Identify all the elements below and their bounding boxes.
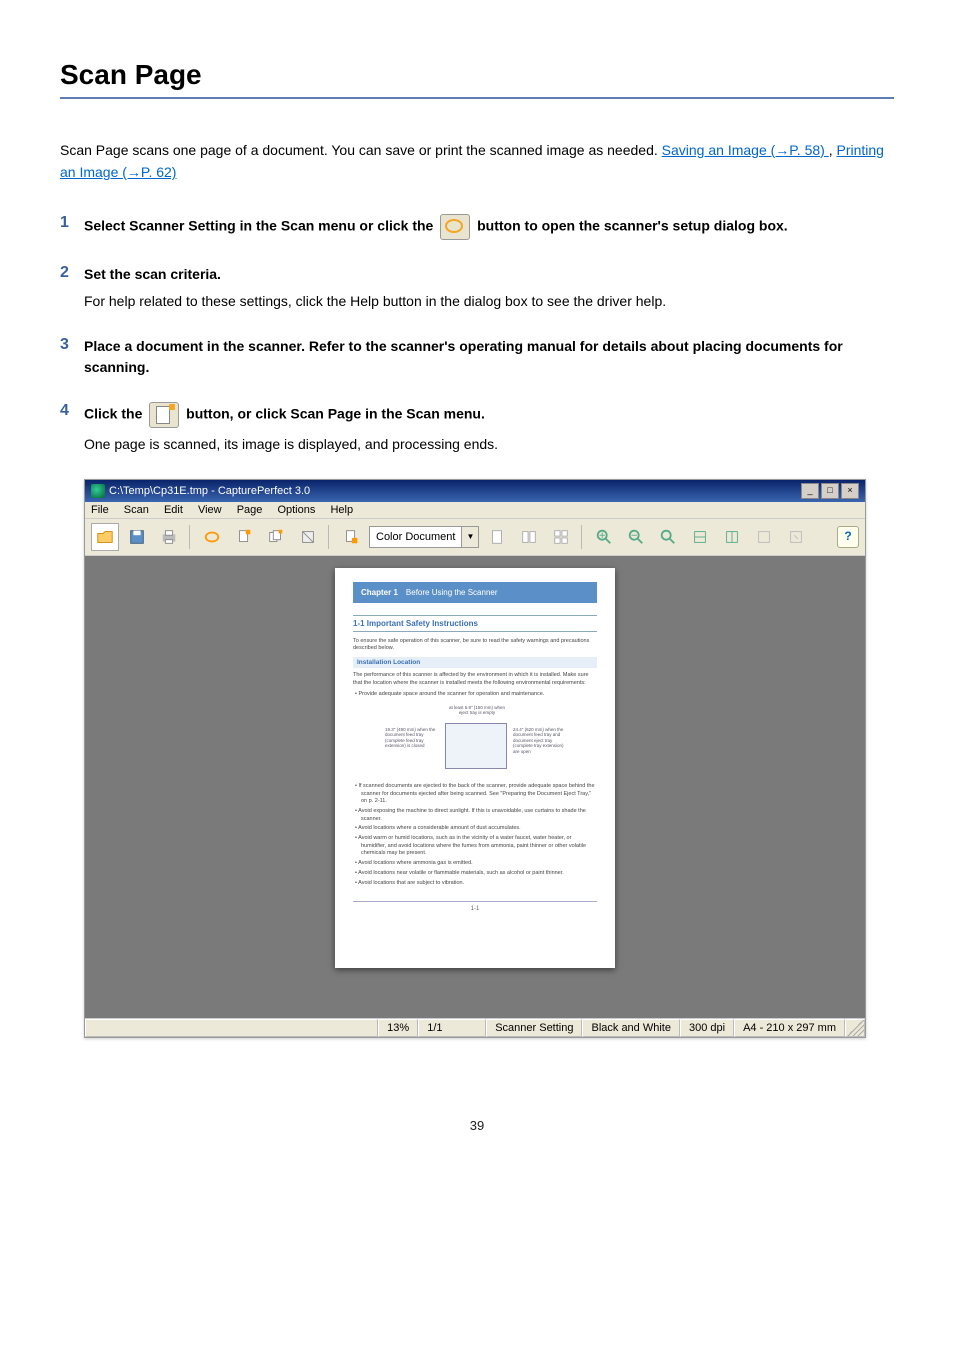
step-number: 3 xyxy=(60,336,84,354)
page-number: 39 xyxy=(60,1118,894,1133)
toolbar: Color Document ▼ xyxy=(85,519,865,556)
toolbar-separator xyxy=(328,525,331,549)
diagram-label-left: 19.3" (490 mm) when the document feed tr… xyxy=(385,727,437,749)
step-1-text-b: button to open the scanner's setup dialo… xyxy=(477,217,788,233)
menu-help[interactable]: Help xyxy=(330,504,353,516)
fit-actual-icon[interactable] xyxy=(750,523,778,551)
step-1: 1 Select Scanner Setting in the Scan men… xyxy=(60,214,894,240)
diagram-label-right: 24.4" (620 mm) when the document feed tr… xyxy=(513,727,565,754)
doc-bullet: • Provide adequate space around the scan… xyxy=(353,691,597,699)
title-rule xyxy=(60,97,894,99)
intro-text: Scan Page scans one page of a document. … xyxy=(60,142,662,158)
scan-batch-icon[interactable] xyxy=(262,523,290,551)
status-color-mode: Black and White xyxy=(582,1019,679,1037)
grid2-icon[interactable] xyxy=(515,523,543,551)
open-icon[interactable] xyxy=(91,523,119,551)
rotate-icon[interactable] xyxy=(782,523,810,551)
doc-bullet: • If scanned documents are ejected to th… xyxy=(353,783,597,806)
diagram-label-top: at least 5.9" (150 mm) when eject tray i… xyxy=(447,705,507,716)
menu-scan[interactable]: Scan xyxy=(124,504,149,516)
minimize-button[interactable]: _ xyxy=(801,483,819,499)
chevron-down-icon: ▼ xyxy=(461,527,478,547)
doc-paragraph: To ensure the safe operation of this sca… xyxy=(353,638,597,653)
resize-grip[interactable] xyxy=(845,1019,865,1037)
scan-setting-icon[interactable] xyxy=(198,523,226,551)
grid4-icon[interactable] xyxy=(547,523,575,551)
doc-bullet: • Avoid locations where ammonia gas is e… xyxy=(353,860,597,868)
scanner-setting-icon xyxy=(440,214,470,240)
status-page: 1/1 xyxy=(418,1019,486,1037)
status-empty xyxy=(85,1019,378,1037)
titlebar: C:\Temp\Cp31E.tmp - CapturePerfect 3.0 _… xyxy=(85,480,865,502)
step-3: 3 Place a document in the scanner. Refer… xyxy=(60,336,894,378)
step-number: 1 xyxy=(60,214,84,232)
doc-chapter-title: Before Using the Scanner xyxy=(406,588,498,597)
statusbar: 13% 1/1 Scanner Setting Black and White … xyxy=(85,1018,865,1037)
menu-options[interactable]: Options xyxy=(277,504,315,516)
doc-bullet: • Avoid warm or humid locations, such as… xyxy=(353,835,597,858)
doc-chapter-label: Chapter 1 xyxy=(361,588,398,597)
window-title: C:\Temp\Cp31E.tmp - CapturePerfect 3.0 xyxy=(109,485,310,497)
doc-subheading: Installation Location xyxy=(353,657,597,668)
zoom-out-icon[interactable] xyxy=(622,523,650,551)
status-scanner-setting: Scanner Setting xyxy=(486,1019,582,1037)
zoom-in-icon[interactable] xyxy=(590,523,618,551)
step-4-text-a: Click the xyxy=(84,405,146,421)
intro-paragraph: Scan Page scans one page of a document. … xyxy=(60,139,894,184)
fit-width-icon[interactable] xyxy=(686,523,714,551)
status-paper-size: A4 - 210 x 297 mm xyxy=(734,1019,845,1037)
save-icon[interactable] xyxy=(123,523,151,551)
help-button[interactable]: ? xyxy=(837,526,859,548)
app-screenshot: C:\Temp\Cp31E.tmp - CapturePerfect 3.0 _… xyxy=(84,479,866,1038)
toolbar-separator xyxy=(189,525,192,549)
doc-paragraph: The performance of this scanner is affec… xyxy=(353,672,597,687)
intro-sep: , xyxy=(829,142,837,158)
doc-bullet: • Avoid exposing the machine to direct s… xyxy=(353,808,597,823)
page-title: Scan Page xyxy=(60,59,894,91)
step-4-body: One page is scanned, its image is displa… xyxy=(84,434,894,455)
step-2-body: For help related to these settings, clic… xyxy=(84,291,894,312)
doc-diagram: at least 5.9" (150 mm) when eject tray i… xyxy=(385,705,565,777)
dropdown-value: Color Document xyxy=(370,531,461,543)
link-saving-image[interactable]: Saving an Image (→P. 58) xyxy=(662,142,829,158)
step-1-text-a: Select Scanner Setting in the Scan menu … xyxy=(84,217,437,233)
scanned-document: Chapter 1 Before Using the Scanner 1-1 I… xyxy=(335,568,615,968)
preview-area: Chapter 1 Before Using the Scanner 1-1 I… xyxy=(85,556,865,1018)
step-2: 2 Set the scan criteria. For help relate… xyxy=(60,264,894,312)
doc-bullet: • Avoid locations near volatile or flamm… xyxy=(353,870,597,878)
job-icon[interactable] xyxy=(337,523,365,551)
menu-page[interactable]: Page xyxy=(237,504,263,516)
step-4: 4 Click the button, or click Scan Page i… xyxy=(60,402,894,455)
zoom-fit-icon[interactable] xyxy=(654,523,682,551)
menu-file[interactable]: File xyxy=(91,504,109,516)
print-icon[interactable] xyxy=(155,523,183,551)
doc-footer: 1-1 xyxy=(353,901,597,912)
step-number: 2 xyxy=(60,264,84,282)
scan-page-toolbar-icon[interactable] xyxy=(230,523,258,551)
app-icon xyxy=(91,484,105,498)
step-number: 4 xyxy=(60,402,84,420)
status-zoom: 13% xyxy=(378,1019,418,1037)
close-button[interactable]: × xyxy=(841,483,859,499)
scan-page-icon xyxy=(149,402,179,428)
toolbar-separator xyxy=(581,525,584,549)
menu-view[interactable]: View xyxy=(198,504,222,516)
status-dpi: 300 dpi xyxy=(680,1019,734,1037)
step-3-title: Place a document in the scanner. Refer t… xyxy=(84,338,843,375)
menu-edit[interactable]: Edit xyxy=(164,504,183,516)
page-icon[interactable] xyxy=(483,523,511,551)
menubar: File Scan Edit View Page Options Help xyxy=(85,502,865,519)
step-2-title: Set the scan criteria. xyxy=(84,266,221,282)
maximize-button[interactable]: □ xyxy=(821,483,839,499)
doc-section-title: 1-1 Important Safety Instructions xyxy=(353,615,597,632)
scan-job-icon[interactable] xyxy=(294,523,322,551)
fit-page-icon[interactable] xyxy=(718,523,746,551)
doc-bullet: • Avoid locations that are subject to vi… xyxy=(353,880,597,888)
color-mode-dropdown[interactable]: Color Document ▼ xyxy=(369,526,479,548)
step-4-text-b: button, or click Scan Page in the Scan m… xyxy=(186,405,485,421)
doc-bullet: • Avoid locations where a considerable a… xyxy=(353,825,597,833)
